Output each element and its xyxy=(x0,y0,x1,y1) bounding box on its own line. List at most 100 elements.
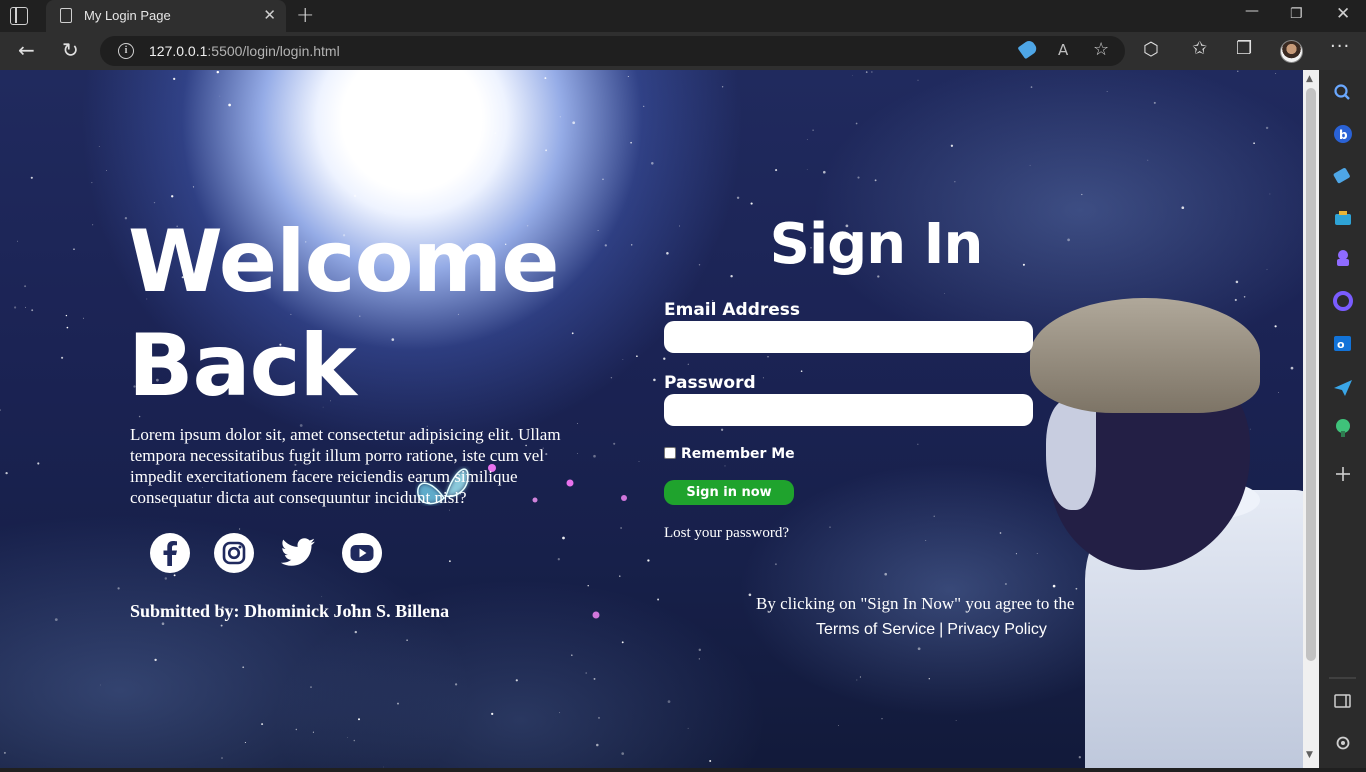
star xyxy=(454,683,458,686)
star xyxy=(559,116,561,118)
star xyxy=(242,666,245,669)
search-icon xyxy=(1334,84,1350,100)
read-aloud-icon[interactable]: A xyxy=(1058,41,1068,59)
legal-separator: | xyxy=(939,621,944,638)
site-info-icon[interactable]: i xyxy=(118,43,134,59)
lost-password-link[interactable]: Lost your password? xyxy=(664,525,789,542)
star xyxy=(61,356,64,359)
star xyxy=(925,540,927,541)
instagram-icon[interactable] xyxy=(214,533,254,573)
more-menu-icon[interactable]: ··· xyxy=(1330,36,1350,57)
star xyxy=(353,739,356,742)
star xyxy=(261,723,264,726)
agreement-text: By clicking on "Sign In Now" you agree t… xyxy=(756,594,1075,613)
page-scrollbar[interactable]: ▲ ▼ xyxy=(1303,70,1319,768)
star xyxy=(562,536,565,540)
star xyxy=(171,195,174,198)
shopping-tag-icon[interactable] xyxy=(1017,38,1039,60)
sign-in-button[interactable]: Sign in now xyxy=(664,480,794,505)
star xyxy=(557,558,560,561)
tab-strip: My Login Page ✕ + — ❐ ✕ xyxy=(0,0,1366,32)
restore-button[interactable]: ❐ xyxy=(1290,6,1303,22)
star xyxy=(0,409,1,411)
star xyxy=(638,460,640,462)
star xyxy=(173,574,176,577)
star xyxy=(66,326,69,329)
collections-icon[interactable]: ❐ xyxy=(1236,38,1252,59)
star xyxy=(3,751,6,754)
star xyxy=(73,248,75,251)
extensions-icon[interactable]: ⬡ xyxy=(1143,39,1159,60)
scroll-thumb[interactable] xyxy=(1306,88,1316,661)
star xyxy=(621,641,624,644)
star xyxy=(585,672,587,674)
star xyxy=(154,658,157,662)
star xyxy=(812,129,814,132)
close-window-button[interactable]: ✕ xyxy=(1336,4,1350,24)
star xyxy=(1081,193,1083,196)
privacy-link[interactable]: Privacy Policy xyxy=(947,621,1047,638)
star xyxy=(613,442,616,445)
back-arrow-icon[interactable]: ← xyxy=(18,38,35,62)
star xyxy=(1269,193,1271,195)
scroll-down-arrow-icon[interactable]: ▼ xyxy=(1306,750,1313,760)
star xyxy=(667,700,671,703)
star xyxy=(430,88,432,90)
star xyxy=(627,76,629,77)
star xyxy=(829,526,831,528)
star xyxy=(577,453,578,454)
email-input[interactable] xyxy=(664,321,1033,353)
add-favorite-icon[interactable]: ☆ xyxy=(1093,39,1109,60)
star xyxy=(1253,142,1255,145)
star xyxy=(545,149,548,152)
terms-link[interactable]: Terms of Service xyxy=(816,621,935,638)
star xyxy=(620,527,622,529)
new-tab-button[interactable]: + xyxy=(296,3,314,28)
star xyxy=(1266,268,1268,270)
star xyxy=(855,122,858,125)
tab-active[interactable]: My Login Page ✕ xyxy=(46,0,286,32)
star xyxy=(1235,280,1239,284)
star xyxy=(762,377,764,379)
minimize-button[interactable]: — xyxy=(1245,3,1259,19)
star xyxy=(1243,296,1246,298)
twitter-icon[interactable] xyxy=(278,533,318,573)
star xyxy=(1275,73,1277,75)
star xyxy=(724,465,726,467)
star xyxy=(806,169,808,170)
star xyxy=(736,196,740,200)
star xyxy=(244,741,246,744)
url-text[interactable]: 127.0.0.1:5500/login/login.html xyxy=(149,43,340,59)
url-host: 127.0.0.1 xyxy=(149,43,208,59)
youtube-icon[interactable] xyxy=(342,533,382,573)
star xyxy=(220,624,223,627)
password-input[interactable] xyxy=(664,394,1033,426)
edge-sidebar: b o xyxy=(1319,70,1366,768)
remember-me[interactable]: Remember Me xyxy=(664,446,795,462)
submitted-by-text: Submitted by: Dhominick John S. Billena xyxy=(130,601,450,621)
star xyxy=(312,731,314,733)
favorites-icon[interactable]: ✩ xyxy=(1192,38,1207,59)
star xyxy=(295,728,297,731)
scroll-up-arrow-icon[interactable]: ▲ xyxy=(1306,74,1313,84)
star xyxy=(92,224,94,226)
tab-close-icon[interactable]: ✕ xyxy=(263,6,276,24)
profile-avatar[interactable] xyxy=(1280,40,1303,63)
remember-me-checkbox[interactable] xyxy=(664,447,676,459)
star xyxy=(491,712,494,716)
star xyxy=(721,86,724,88)
address-bar[interactable]: i 127.0.0.1:5500/login/login.html A ☆ xyxy=(100,36,1125,66)
star xyxy=(17,240,18,242)
intro-paragraph: Lorem ipsum dolor sit, amet consectetur … xyxy=(130,425,561,507)
svg-text:b: b xyxy=(1339,128,1348,142)
star xyxy=(687,363,689,365)
tab-actions-icon[interactable] xyxy=(10,7,28,25)
facebook-icon[interactable] xyxy=(150,533,190,573)
star xyxy=(221,757,223,759)
star xyxy=(857,176,860,179)
star xyxy=(999,532,1002,534)
bing-chat-icon: b xyxy=(1334,125,1352,143)
reload-icon[interactable]: ↻ xyxy=(62,38,79,62)
welcome-line-1: Welcome xyxy=(128,212,560,312)
star xyxy=(1249,428,1251,430)
